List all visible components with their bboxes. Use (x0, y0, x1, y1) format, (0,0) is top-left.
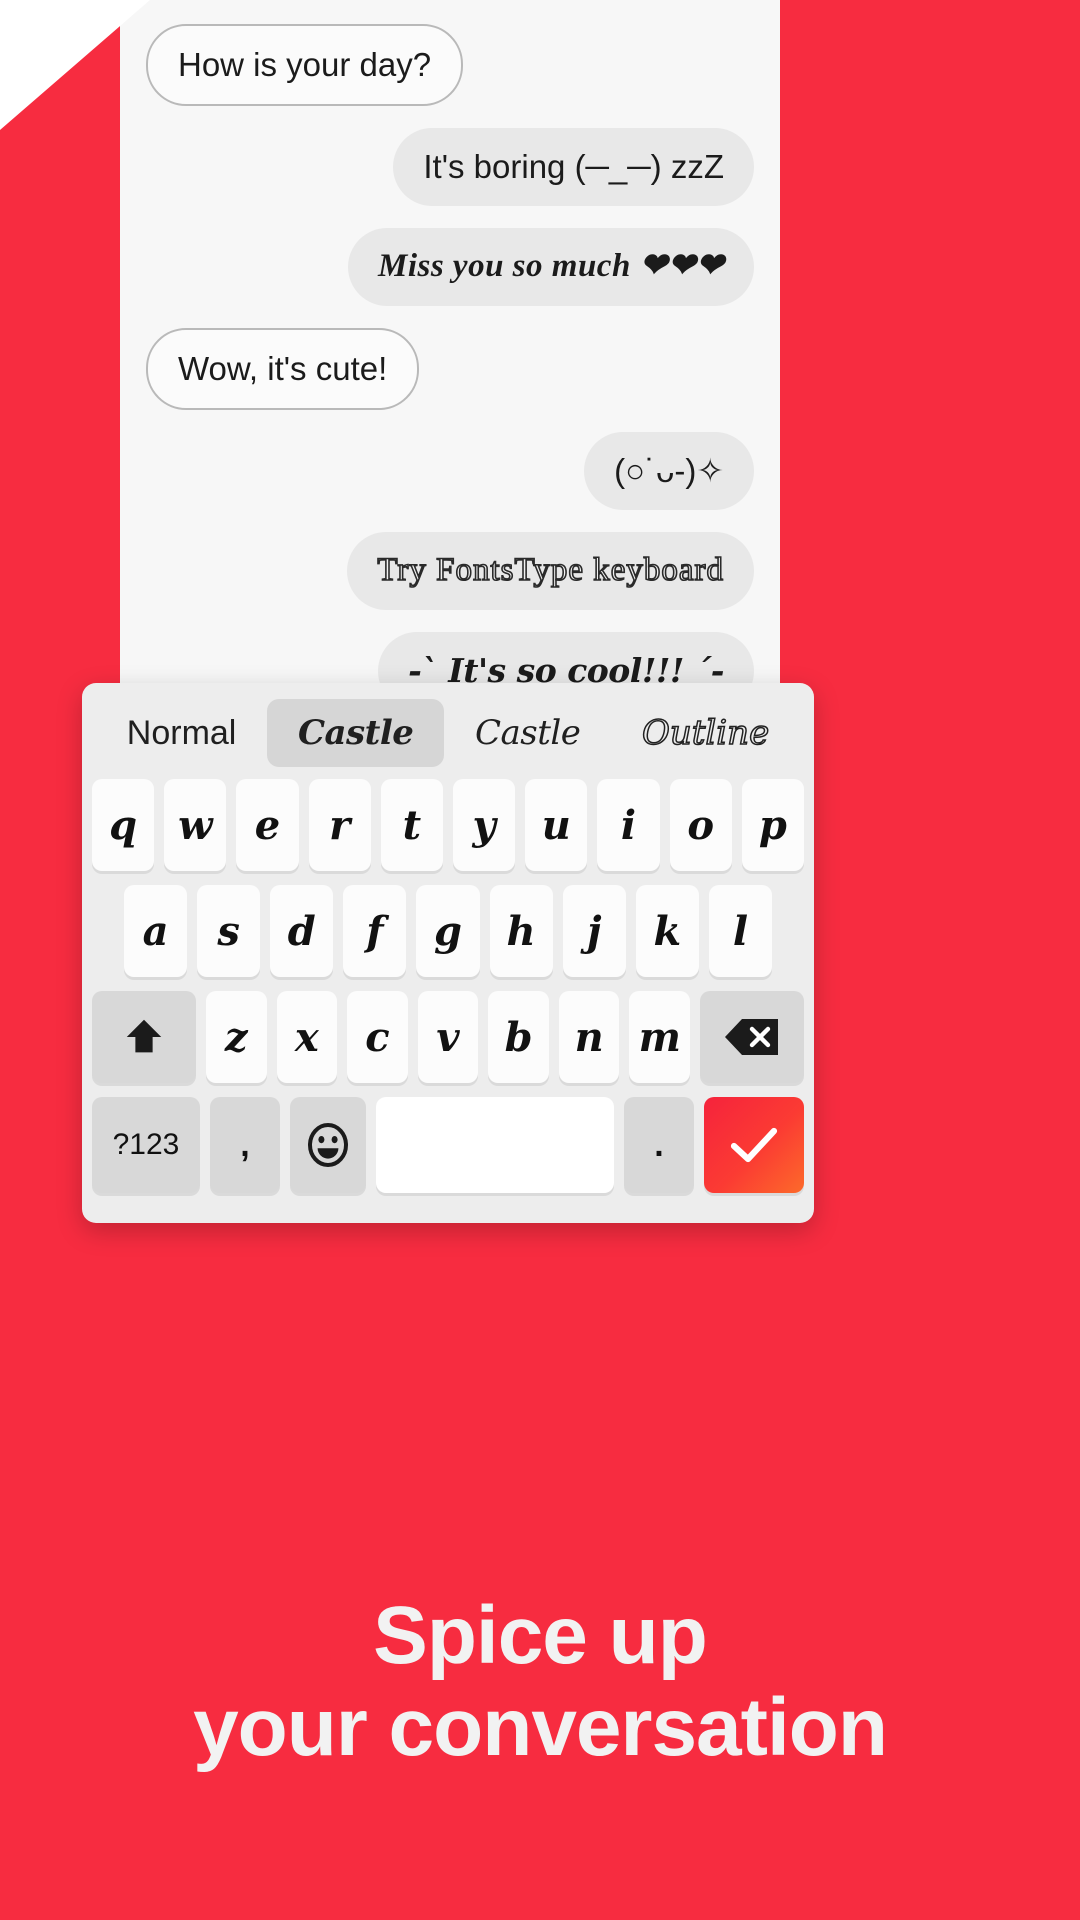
chat-panel: How is your day? It's boring (─_─) zzZ M… (120, 0, 780, 690)
chat-bubble-outgoing[interactable]: Try FontsType keyboard (347, 531, 754, 610)
emoji-smiley-icon (308, 1123, 348, 1167)
chat-bubble-incoming[interactable]: How is your day? (146, 24, 464, 106)
backspace-icon (725, 1019, 779, 1055)
headline-line-1: Spice up (373, 1590, 708, 1681)
chat-bubble-outgoing[interactable]: (○˙ᴗ-)✧ (584, 431, 754, 510)
key-z[interactable]: z (205, 991, 267, 1083)
key-g[interactable]: g (416, 885, 480, 977)
chat-top-spacer (120, 0, 780, 24)
key-k[interactable]: k (635, 885, 699, 977)
key-b[interactable]: b (488, 991, 549, 1083)
key-n[interactable]: n (558, 991, 620, 1083)
key-p[interactable]: p (741, 779, 805, 871)
key-u[interactable]: u (525, 779, 588, 871)
message-row: Miss you so much ❤❤❤ (120, 227, 780, 306)
symbols-key[interactable]: ?123 (92, 1097, 200, 1193)
keyboard-panel: Normal Castle Castle Outline q w e r t y… (82, 683, 814, 1223)
key-e[interactable]: e (236, 779, 299, 871)
font-style-tab-bar: Normal Castle Castle Outline (82, 683, 814, 779)
key-t[interactable]: t (380, 779, 443, 871)
checkmark-icon (730, 1127, 778, 1163)
key-f[interactable]: f (343, 885, 407, 977)
key-q[interactable]: q (91, 779, 155, 871)
shift-key[interactable] (91, 991, 196, 1083)
key-i[interactable]: i (597, 779, 660, 871)
key-o[interactable]: o (669, 779, 732, 871)
headline-line-2: your conversation (193, 1681, 888, 1773)
keyboard-row-4: ?123 , . (82, 1097, 814, 1193)
key-h[interactable]: h (489, 885, 553, 977)
key-l[interactable]: l (708, 885, 772, 977)
message-row: Wow, it's cute! (120, 327, 780, 410)
message-row: Try FontsType keyboard (120, 531, 780, 610)
keyboard-row-3: z x c v b n m (82, 991, 814, 1083)
key-v[interactable]: v (417, 991, 479, 1083)
font-tab-outline[interactable]: Outline (611, 699, 800, 767)
chat-bubble-outgoing[interactable]: It's boring (─_─) zzZ (393, 127, 754, 206)
message-row: It's boring (─_─) zzZ (120, 127, 780, 206)
chat-bubble-outgoing[interactable]: Miss you so much ❤❤❤ (347, 227, 754, 306)
message-row: How is your day? (120, 24, 780, 106)
font-tab-castle-bold[interactable]: Castle (267, 699, 445, 767)
key-m[interactable]: m (629, 991, 691, 1083)
backspace-key[interactable] (700, 991, 805, 1083)
promo-headline: Spice up your conversation (0, 1590, 1080, 1774)
key-c[interactable]: c (347, 991, 408, 1083)
key-j[interactable]: j (562, 885, 626, 977)
keyboard-row-2: a s d f g h j k l (82, 885, 814, 977)
key-s[interactable]: s (197, 885, 261, 977)
key-a[interactable]: a (124, 885, 188, 977)
key-x[interactable]: x (276, 991, 338, 1083)
font-tab-castle-light[interactable]: Castle (444, 699, 611, 767)
shift-arrow-icon (126, 1019, 162, 1053)
key-y[interactable]: y (453, 779, 516, 871)
message-row: -` It's so cool!!! ´- (120, 631, 780, 690)
enter-key[interactable] (704, 1097, 804, 1193)
key-d[interactable]: d (270, 885, 334, 977)
key-w[interactable]: w (164, 779, 227, 871)
period-key[interactable]: . (624, 1097, 694, 1193)
keyboard-row-1: q w e r t y u i o p (82, 779, 814, 871)
chat-bubble-incoming[interactable]: Wow, it's cute! (146, 327, 420, 410)
key-r[interactable]: r (308, 779, 371, 871)
space-key[interactable] (376, 1097, 614, 1193)
font-tab-normal[interactable]: Normal (96, 700, 267, 767)
message-row: (○˙ᴗ-)✧ (120, 431, 780, 510)
chat-bubble-outgoing[interactable]: -` It's so cool!!! ´- (378, 631, 754, 690)
emoji-key[interactable] (290, 1097, 366, 1193)
comma-key[interactable]: , (210, 1097, 280, 1193)
